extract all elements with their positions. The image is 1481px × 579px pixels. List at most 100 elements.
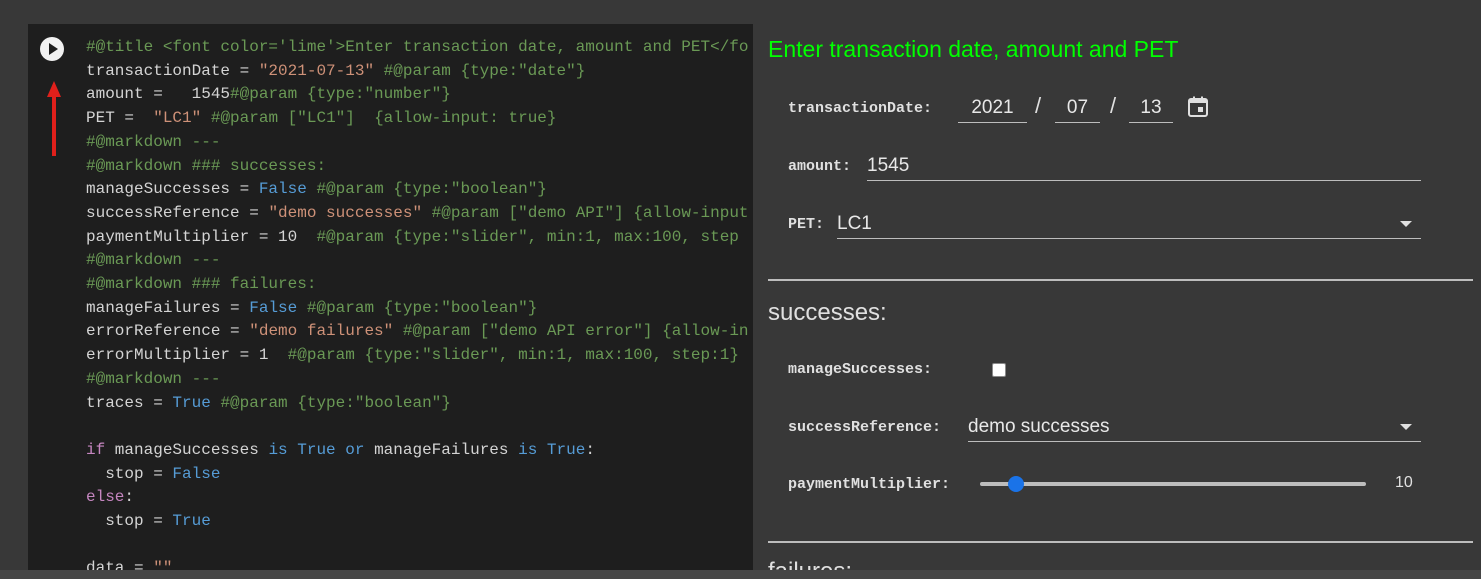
code-token: True xyxy=(172,393,211,412)
code-token: #@markdown --- xyxy=(86,132,221,151)
code-line: #@markdown --- xyxy=(86,131,749,155)
code-line: #@markdown ### successes: xyxy=(86,155,749,179)
code-token: : xyxy=(124,488,135,507)
code-token: #@markdown --- xyxy=(86,369,221,388)
code-line: manageSuccesses = False #@param {type:"b… xyxy=(86,178,749,202)
code-line: #@markdown --- xyxy=(86,249,749,273)
code-token: #@param ["demo API error"] {allow-in xyxy=(402,322,749,341)
code-text[interactable]: #@title <font color='lime'>Enter transac… xyxy=(86,36,749,570)
code-token: : xyxy=(585,440,595,459)
code-line: #@markdown --- xyxy=(86,368,749,392)
notebook-cell: #@title <font color='lime'>Enter transac… xyxy=(28,24,1473,570)
code-token: errorReference = xyxy=(86,322,250,341)
bottom-strip xyxy=(0,570,1481,579)
form-title: Enter transaction date, amount and PET xyxy=(768,36,1179,62)
code-token: "LC1" xyxy=(153,109,202,128)
code-token: transactionDate = xyxy=(86,61,259,80)
code-editor[interactable]: #@title <font color='lime'>Enter transac… xyxy=(28,24,753,570)
code-line: stop = True xyxy=(86,510,749,534)
transaction-date-label: transactionDate: xyxy=(788,100,933,117)
calendar-icon[interactable] xyxy=(1186,95,1210,119)
code-line: #@title <font color='lime'>Enter transac… xyxy=(86,36,749,60)
code-token: traces = xyxy=(86,393,173,412)
code-token: stop = xyxy=(86,512,173,531)
run-cell-button[interactable] xyxy=(40,37,64,61)
code-line: transactionDate = "2021-07-13" #@param {… xyxy=(86,60,749,84)
date-separator: / xyxy=(1110,93,1117,118)
code-token: stop = xyxy=(86,464,173,483)
code-token: paymentMultiplier = 10 xyxy=(86,227,317,246)
code-token: #@title <font color='lime'>Enter transac… xyxy=(86,38,749,56)
code-token: True xyxy=(546,440,586,459)
section-divider xyxy=(768,279,1473,281)
code-token: "demo successes" xyxy=(268,203,423,222)
code-token: #@markdown ### successes: xyxy=(86,156,327,175)
code-token: else xyxy=(86,488,125,507)
code-token: "" xyxy=(153,559,173,570)
code-token: #@param {type:"boolean"} xyxy=(306,298,538,317)
code-token: True xyxy=(297,440,336,459)
code-line: manageFailures = False #@param {type:"bo… xyxy=(86,297,749,321)
code-token: #@param {type:"boolean"} xyxy=(316,180,547,199)
payment-multiplier-slider-thumb[interactable] xyxy=(1008,476,1025,492)
code-token: True xyxy=(172,512,211,531)
code-line: data = "" xyxy=(86,557,749,570)
code-line: traces = True #@param {type:"boolean"} xyxy=(86,392,749,416)
code-token: "2021-07-13" xyxy=(258,61,375,80)
transaction-date-month-field[interactable]: 07 xyxy=(1055,97,1100,123)
payment-multiplier-label: paymentMultiplier: xyxy=(788,476,951,493)
code-token: #@markdown --- xyxy=(86,251,221,270)
success-reference-label: successReference: xyxy=(788,419,942,436)
code-token: is xyxy=(518,440,538,459)
pet-dropdown[interactable]: LC1 xyxy=(837,213,1421,239)
code-token: #@param ["LC1"] {allow-input: true} xyxy=(210,109,557,128)
code-token: manageSuccesses = xyxy=(86,180,259,199)
code-token: #@param {type:"date"} xyxy=(383,61,586,80)
amount-input[interactable]: 1545 xyxy=(867,155,1421,181)
code-line: #@markdown ### failures: xyxy=(86,273,749,297)
code-token: False xyxy=(258,180,307,199)
code-token: data = xyxy=(86,559,154,570)
code-line: successReference = "demo successes" #@pa… xyxy=(86,202,749,226)
code-token: False xyxy=(249,298,298,317)
code-token: "demo failures" xyxy=(249,322,394,341)
code-line: if manageSuccesses is True or manageFail… xyxy=(86,439,749,463)
transaction-date-year-field[interactable]: 2021 xyxy=(958,97,1027,123)
success-reference-chevron-down-icon[interactable] xyxy=(1400,424,1412,430)
code-token: manageSuccesses xyxy=(105,440,269,459)
manage-successes-checkbox[interactable] xyxy=(992,363,1006,377)
code-token: #@param ["demo API"] {allow-input xyxy=(431,203,749,222)
code-line: else: xyxy=(86,486,749,510)
code-line: amount = 1545#@param {type:"number"} xyxy=(86,83,749,107)
code-line: stop = False xyxy=(86,463,749,487)
code-token: if xyxy=(86,440,106,459)
payment-multiplier-slider[interactable] xyxy=(980,482,1366,486)
pet-chevron-down-icon[interactable] xyxy=(1400,221,1412,227)
success-reference-dropdown[interactable]: demo successes xyxy=(968,416,1421,442)
code-token: manageFailures xyxy=(364,440,519,459)
code-token: #@markdown ### failures: xyxy=(86,275,317,294)
code-token: amount = 1545 xyxy=(86,85,231,104)
code-token: #@param {type:"boolean"} xyxy=(220,393,451,412)
transaction-date-day-field[interactable]: 13 xyxy=(1129,97,1173,123)
code-token: #@param {type:"slider", min:1, max:100, … xyxy=(287,346,739,365)
code-token: is xyxy=(268,440,288,459)
code-line: paymentMultiplier = 10 #@param {type:"sl… xyxy=(86,226,749,250)
manage-successes-label: manageSuccesses: xyxy=(788,361,933,378)
code-line: PET = "LC1" #@param ["LC1"] {allow-input… xyxy=(86,107,749,131)
pet-label: PET: xyxy=(788,216,825,233)
code-token: manageFailures = xyxy=(86,298,250,317)
code-token: or xyxy=(345,440,365,459)
